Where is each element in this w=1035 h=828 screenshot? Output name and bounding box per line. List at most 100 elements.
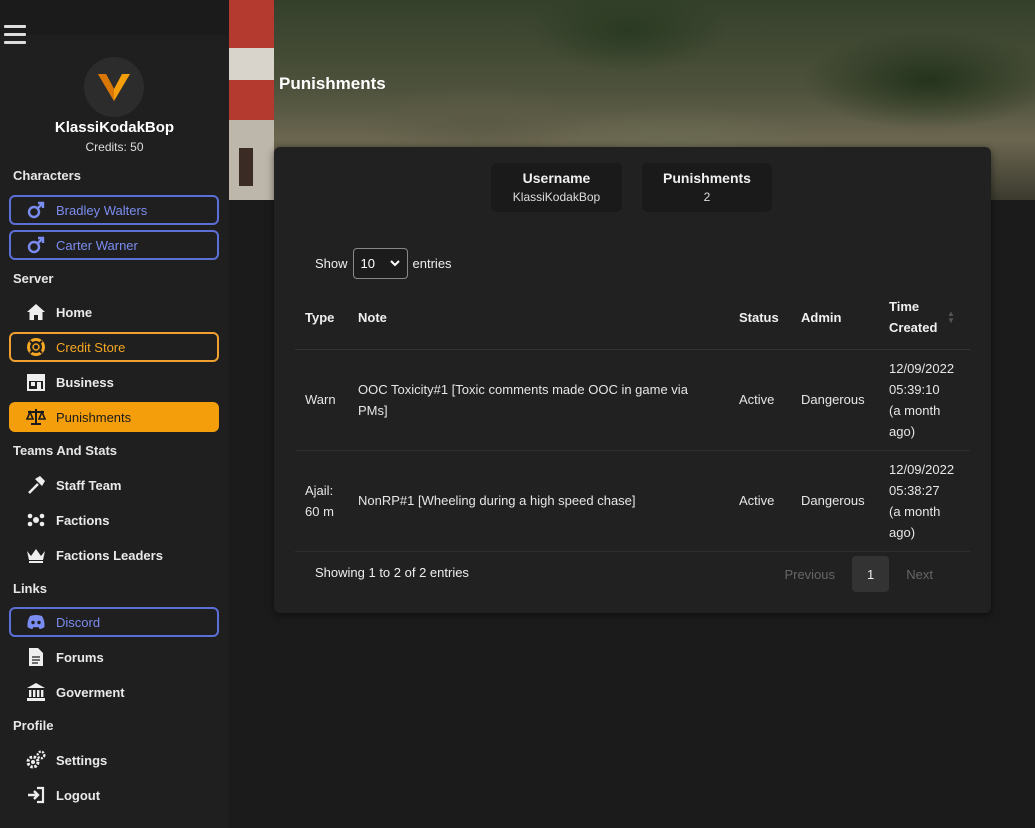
sidebar-item-label: Credit Store: [56, 339, 126, 355]
sidebar-item-business[interactable]: Business: [9, 367, 219, 397]
sidebar: KlassiKodakBop Credits: 50 Characters Br…: [0, 35, 229, 828]
section-profile: Profile: [13, 718, 54, 733]
section-characters: Characters: [13, 168, 81, 183]
menu-toggle-icon[interactable]: [4, 25, 26, 45]
column-header-status[interactable]: Status: [729, 286, 791, 350]
sidebar-item-settings[interactable]: Settings: [9, 745, 219, 775]
sidebar-item-label: Goverment: [56, 684, 125, 700]
table-row: Warn OOC Toxicity#1 [Toxic comments made…: [295, 349, 970, 451]
next-page-button[interactable]: Next: [889, 556, 950, 592]
section-server: Server: [13, 271, 54, 286]
punishments-card: Username KlassiKodakBop Punishments 2 Sh…: [274, 147, 991, 613]
time-header-line1: Time: [889, 299, 920, 315]
hammer-icon: [25, 474, 47, 496]
store-icon: [25, 371, 47, 393]
crown-icon: [25, 544, 47, 566]
sidebar-item-label: Punishments: [56, 409, 132, 425]
male-icon: [25, 199, 47, 221]
sidebar-item-label: Discord: [56, 614, 101, 630]
character-bradley-walters[interactable]: Bradley Walters: [9, 195, 219, 225]
stat-punishments: Punishments 2: [642, 163, 772, 212]
cell-type: Ajail: 60 m: [295, 450, 348, 552]
page-size-select[interactable]: 10: [352, 248, 408, 279]
sidebar-item-label: Business: [56, 374, 114, 390]
sidebar-item-label: Settings: [56, 752, 108, 768]
document-icon: [25, 646, 47, 668]
stat-value: KlassiKodakBop: [512, 190, 601, 204]
column-header-note[interactable]: Note: [348, 286, 729, 350]
home-icon: [25, 301, 47, 323]
cell-date: 12/09/2022: [889, 461, 955, 477]
column-header-time-created[interactable]: Time Created ▲ ▼: [879, 286, 970, 350]
column-header-admin[interactable]: Admin: [791, 286, 879, 350]
avatar[interactable]: [84, 57, 144, 117]
time-header-line2: Created: [889, 320, 938, 336]
logo-icon: [98, 74, 130, 101]
sidebar-item-label: Logout: [56, 787, 101, 803]
stat-value: 2: [703, 190, 711, 204]
page-length-control: Show 10 entries: [315, 248, 452, 279]
sidebar-item-discord[interactable]: Discord: [9, 607, 219, 637]
sidebar-item-punishments[interactable]: Punishments: [9, 402, 219, 432]
cell-date: 12/09/2022: [889, 360, 955, 376]
cell-time: 12/09/2022 05:38:27 (a month ago): [879, 450, 970, 552]
column-header-type[interactable]: Type: [295, 286, 348, 350]
pagination: Previous 1 Next: [767, 556, 950, 592]
cell-ago: (a month ago): [889, 402, 941, 439]
scale-icon: [25, 406, 47, 428]
cell-note: OOC Toxicity#1 [Toxic comments made OOC …: [348, 349, 729, 451]
cell-status: Active: [729, 349, 791, 451]
cell-time: 12/09/2022 05:39:10 (a month ago): [879, 349, 970, 451]
cell-type: Warn: [295, 349, 348, 451]
sidebar-item-factions-leaders[interactable]: Factions Leaders: [9, 540, 219, 570]
entries-label: entries: [412, 256, 452, 271]
table-info: Showing 1 to 2 of 2 entries: [315, 565, 469, 580]
bank-icon: [25, 681, 47, 703]
cell-admin: Dangerous: [791, 450, 879, 552]
table-header-row: Type Note Status Admin Time Created ▲ ▼: [295, 286, 970, 350]
cell-clock: 05:38:27: [889, 482, 940, 498]
sidebar-item-label: Factions Leaders: [56, 547, 163, 563]
page-1-button[interactable]: 1: [852, 556, 890, 592]
page-size-value: 10: [360, 256, 375, 271]
lighthouse-image: [229, 0, 274, 200]
section-links: Links: [13, 581, 47, 596]
sidebar-item-label: Home: [56, 304, 93, 320]
group-icon: [25, 509, 47, 531]
gears-icon: [25, 749, 47, 771]
sidebar-item-logout[interactable]: Logout: [9, 780, 219, 810]
stat-username: Username KlassiKodakBop: [491, 163, 622, 212]
sort-icon: ▲ ▼: [947, 309, 955, 326]
chevron-down-icon: [389, 260, 400, 267]
stat-label: Punishments: [663, 170, 751, 186]
previous-page-button[interactable]: Previous: [767, 556, 852, 592]
discord-icon: [25, 611, 47, 633]
sidebar-item-label: Factions: [56, 512, 110, 528]
male-icon: [25, 234, 47, 256]
profile-name: KlassiKodakBop: [54, 119, 175, 136]
character-label: Bradley Walters: [56, 202, 148, 218]
credits-balance: Credits: 50: [85, 140, 144, 154]
cell-status: Active: [729, 450, 791, 552]
character-carter-warner[interactable]: Carter Warner: [9, 230, 219, 260]
stat-label: Username: [522, 170, 591, 186]
sidebar-item-label: Forums: [56, 649, 104, 665]
character-label: Carter Warner: [56, 237, 138, 253]
punishments-table: Type Note Status Admin Time Created ▲ ▼ W…: [295, 286, 970, 552]
sidebar-item-home[interactable]: Home: [9, 297, 219, 327]
sidebar-item-staff-team[interactable]: Staff Team: [9, 470, 219, 500]
cell-clock: 05:39:10: [889, 381, 940, 397]
lifebuoy-icon: [25, 336, 47, 358]
sidebar-item-credit-store[interactable]: Credit Store: [9, 332, 219, 362]
table-row: Ajail: 60 m NonRP#1 [Wheeling during a h…: [295, 450, 970, 552]
sidebar-item-factions[interactable]: Factions: [9, 505, 219, 535]
sidebar-item-goverment[interactable]: Goverment: [9, 677, 219, 707]
section-teams: Teams And Stats: [13, 443, 118, 458]
sidebar-item-forums[interactable]: Forums: [9, 642, 219, 672]
page-title: Punishments: [279, 74, 386, 93]
show-label: Show: [315, 256, 348, 271]
logout-icon: [25, 784, 47, 806]
cell-admin: Dangerous: [791, 349, 879, 451]
cell-ago: (a month ago): [889, 503, 941, 540]
sidebar-item-label: Staff Team: [56, 477, 122, 493]
